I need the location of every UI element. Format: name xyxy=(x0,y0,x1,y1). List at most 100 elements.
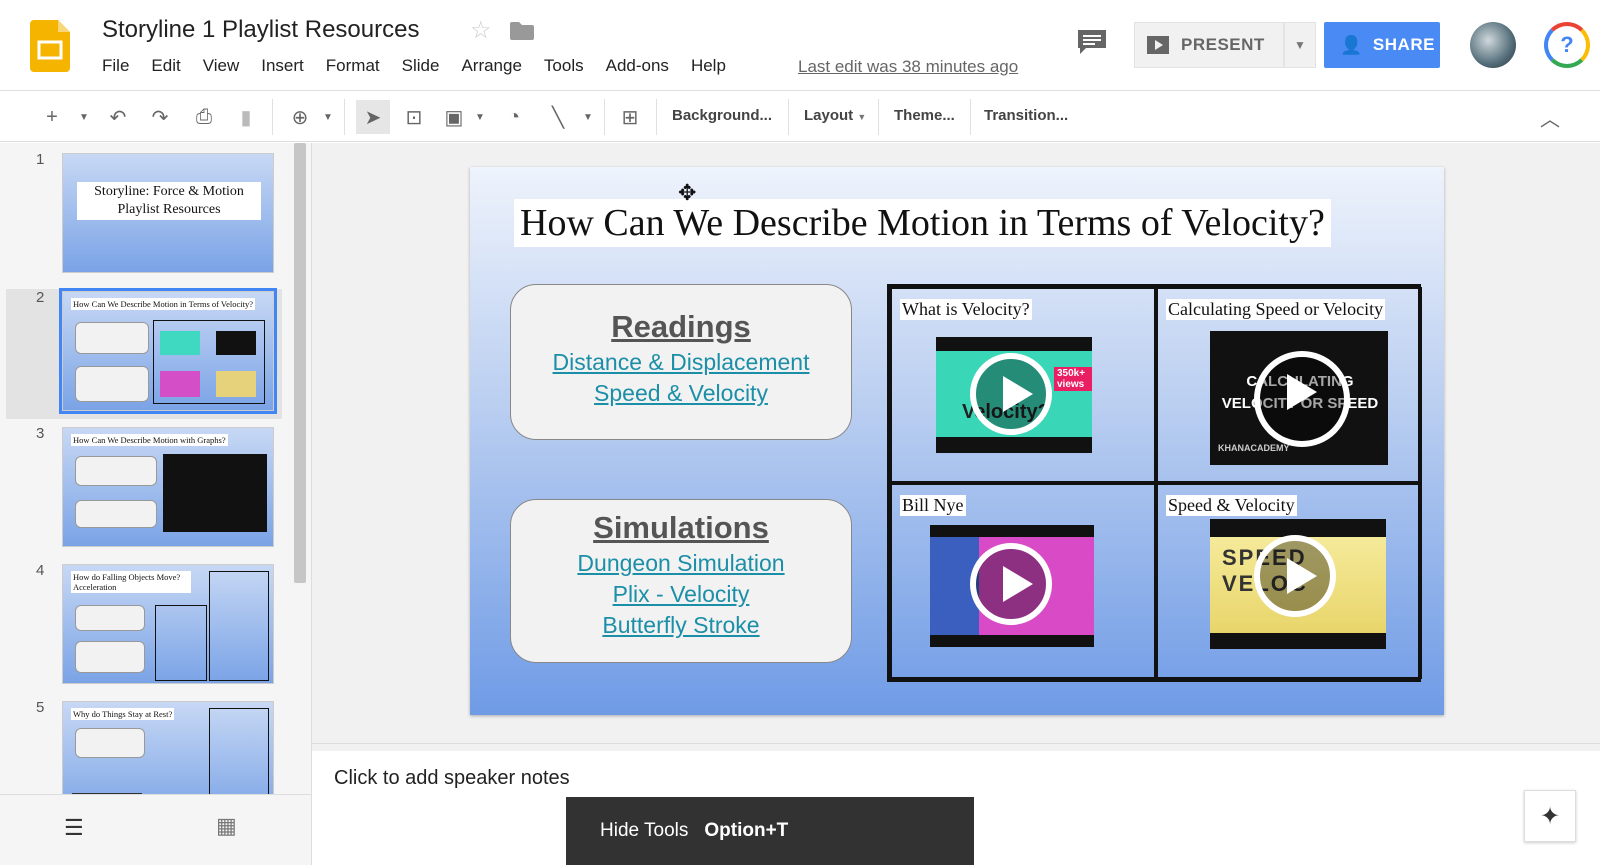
text-box-icon[interactable]: ⊡ xyxy=(400,103,428,131)
last-edit-link[interactable]: Last edit was 38 minutes ago xyxy=(798,57,1018,77)
video-grid: What is Velocity? 350k+ views Velocity? … xyxy=(887,284,1422,682)
link-dungeon-simulation[interactable]: Dungeon Simulation xyxy=(511,550,851,577)
zoom-dropdown-icon[interactable]: ▼ xyxy=(314,103,342,131)
slides-logo-icon[interactable] xyxy=(30,20,70,72)
slide-canvas[interactable]: How Can We Describe Motion in Terms of V… xyxy=(470,167,1444,715)
menu-slide[interactable]: Slide xyxy=(402,56,440,76)
slide-thumbnail-4[interactable]: How do Falling Objects Move? Acceleratio… xyxy=(62,564,274,684)
print-icon[interactable]: ⎙ xyxy=(190,103,218,131)
thumb-video xyxy=(160,331,200,355)
menu-edit[interactable]: Edit xyxy=(151,56,180,76)
menu-view[interactable]: View xyxy=(203,56,240,76)
undo-icon[interactable]: ↶ xyxy=(104,103,132,131)
khan-badge: KHANACADEMY xyxy=(1218,443,1290,453)
explore-button[interactable]: ✦ xyxy=(1524,790,1576,842)
readings-box[interactable]: Readings Distance & Displacement Speed &… xyxy=(510,284,852,440)
play-icon[interactable] xyxy=(1254,351,1350,447)
line-icon[interactable]: ╲ xyxy=(544,103,572,131)
filmstrip-view-switcher: ☰ ▦ xyxy=(0,794,311,865)
doc-title[interactable]: Storyline 1 Playlist Resources xyxy=(102,16,419,44)
image-icon[interactable]: ▣ xyxy=(440,103,468,131)
simulations-heading: Simulations xyxy=(593,510,769,545)
slide-filmstrip: 1 Storyline: Force & Motion Playlist Res… xyxy=(0,143,312,865)
video-thumbnail-what-is-velocity[interactable]: 350k+ views Velocity? xyxy=(936,337,1092,453)
chevron-down-icon: ▼ xyxy=(857,112,867,122)
zoom-icon[interactable]: ⊕ xyxy=(286,103,314,131)
image-dropdown-icon[interactable]: ▼ xyxy=(466,103,494,131)
toolbar: + ▼ ↶ ↷ ⎙ ▮ ⊕ ▼ ➤ ⊡ ▣ ▼ ◔ ╲ ▼ ⊞ Backgrou… xyxy=(0,90,1600,142)
collapse-chevron-icon[interactable]: ︿ xyxy=(1536,103,1564,131)
thumb-readings-box xyxy=(75,322,149,354)
folder-icon[interactable] xyxy=(510,22,534,40)
video-label: Calculating Speed or Velocity xyxy=(1166,299,1386,320)
select-cursor-icon[interactable]: ➤ xyxy=(356,100,390,134)
help-icon[interactable]: ? xyxy=(1544,22,1590,68)
share-button[interactable]: 👤 SHARE xyxy=(1324,22,1440,68)
present-dropdown-button[interactable]: ▼ xyxy=(1284,22,1316,68)
toolbar-divider xyxy=(272,99,273,135)
background-button[interactable]: Background... xyxy=(672,107,772,124)
thumb-video-grid xyxy=(209,571,269,681)
video-label: Bill Nye xyxy=(900,495,966,516)
theme-button[interactable]: Theme... xyxy=(894,107,955,124)
link-butterfly-stroke[interactable]: Butterfly Stroke xyxy=(511,612,851,639)
filmstrip-scrollbar[interactable] xyxy=(294,143,306,583)
move-cursor-icon: ✥ xyxy=(678,180,697,205)
thumbnail-title: Why do Things Stay at Rest? xyxy=(71,708,175,720)
toolbar-divider xyxy=(970,99,971,135)
chevron-down-icon: ▼ xyxy=(1294,38,1306,52)
comments-icon[interactable] xyxy=(1076,28,1108,56)
thumbnail-title: Storyline: Force & Motion Playlist Resou… xyxy=(77,182,261,220)
star-icon[interactable]: ☆ xyxy=(470,16,492,45)
menu-arrange[interactable]: Arrange xyxy=(461,56,521,76)
slide-thumbnail-3[interactable]: How Can We Describe Motion with Graphs? xyxy=(62,427,274,547)
menu-add-ons[interactable]: Add-ons xyxy=(606,56,669,76)
person-icon: 👤 xyxy=(1340,34,1363,55)
transition-button[interactable]: Transition... xyxy=(984,107,1068,124)
new-slide-icon[interactable]: + xyxy=(38,103,66,131)
thumb-video-grid xyxy=(155,605,207,681)
video-thumbnail-speed-velocity[interactable]: SPEED VELOC xyxy=(1210,519,1386,649)
new-slide-dropdown-icon[interactable]: ▼ xyxy=(70,103,98,131)
menu-help[interactable]: Help xyxy=(691,56,726,76)
thumbnail-title: How Can We Describe Motion in Terms of V… xyxy=(71,298,256,310)
speaker-notes[interactable]: Click to add speaker notes xyxy=(334,767,570,790)
video-thumbnail-calculating-speed[interactable]: CALCULATING VELOCITY OR SPEED KHANACADEM… xyxy=(1210,331,1388,465)
hide-tools-tooltip: Hide Tools Option+T xyxy=(566,797,974,865)
thumbnail-title: How do Falling Objects Move? Acceleratio… xyxy=(71,571,191,593)
menu-insert[interactable]: Insert xyxy=(261,56,304,76)
grid-view-icon[interactable]: ▦ xyxy=(216,813,237,839)
shape-icon[interactable]: ◔ xyxy=(500,103,528,131)
toolbar-divider xyxy=(878,99,879,135)
app-header: Storyline 1 Playlist Resources ☆ File Ed… xyxy=(0,0,1600,90)
notes-divider[interactable] xyxy=(312,743,1600,751)
layout-button[interactable]: Layout ▼ xyxy=(804,107,866,124)
play-icon[interactable] xyxy=(1254,535,1336,617)
slide-thumbnail-2[interactable]: How Can We Describe Motion in Terms of V… xyxy=(59,288,277,414)
video-thumbnail-bill-nye[interactable] xyxy=(930,525,1094,647)
menu-tools[interactable]: Tools xyxy=(544,56,584,76)
account-avatar[interactable] xyxy=(1470,22,1516,68)
video-label: What is Velocity? xyxy=(900,299,1032,320)
slide-title[interactable]: How Can We Describe Motion in Terms of V… xyxy=(514,199,1331,247)
paint-format-icon[interactable]: ▮ xyxy=(232,103,260,131)
slide-thumbnail-1[interactable]: Storyline: Force & Motion Playlist Resou… xyxy=(62,153,274,273)
link-speed-velocity[interactable]: Speed & Velocity xyxy=(511,380,851,407)
play-icon[interactable] xyxy=(970,353,1052,435)
share-label: SHARE xyxy=(1372,35,1435,54)
redo-icon[interactable]: ↷ xyxy=(146,103,174,131)
line-dropdown-icon[interactable]: ▼ xyxy=(574,103,602,131)
link-plix-velocity[interactable]: Plix - Velocity xyxy=(511,581,851,608)
menu-file[interactable]: File xyxy=(102,56,129,76)
add-comment-icon[interactable]: ⊞ xyxy=(616,103,644,131)
filmstrip-view-icon[interactable]: ☰ xyxy=(64,815,84,841)
simulations-box[interactable]: Simulations Dungeon Simulation Plix - Ve… xyxy=(510,499,852,663)
thumbnail-title: How Can We Describe Motion with Graphs? xyxy=(71,434,228,446)
tooltip-shortcut: Option+T xyxy=(704,820,789,841)
slide-number: 3 xyxy=(36,425,45,442)
menu-format[interactable]: Format xyxy=(326,56,380,76)
link-distance-displacement[interactable]: Distance & Displacement xyxy=(511,349,851,376)
video-cell: Calculating Speed or Velocity CALCULATIN… xyxy=(1156,287,1422,483)
play-icon[interactable] xyxy=(970,543,1052,625)
present-button[interactable]: PRESENT xyxy=(1134,22,1284,68)
